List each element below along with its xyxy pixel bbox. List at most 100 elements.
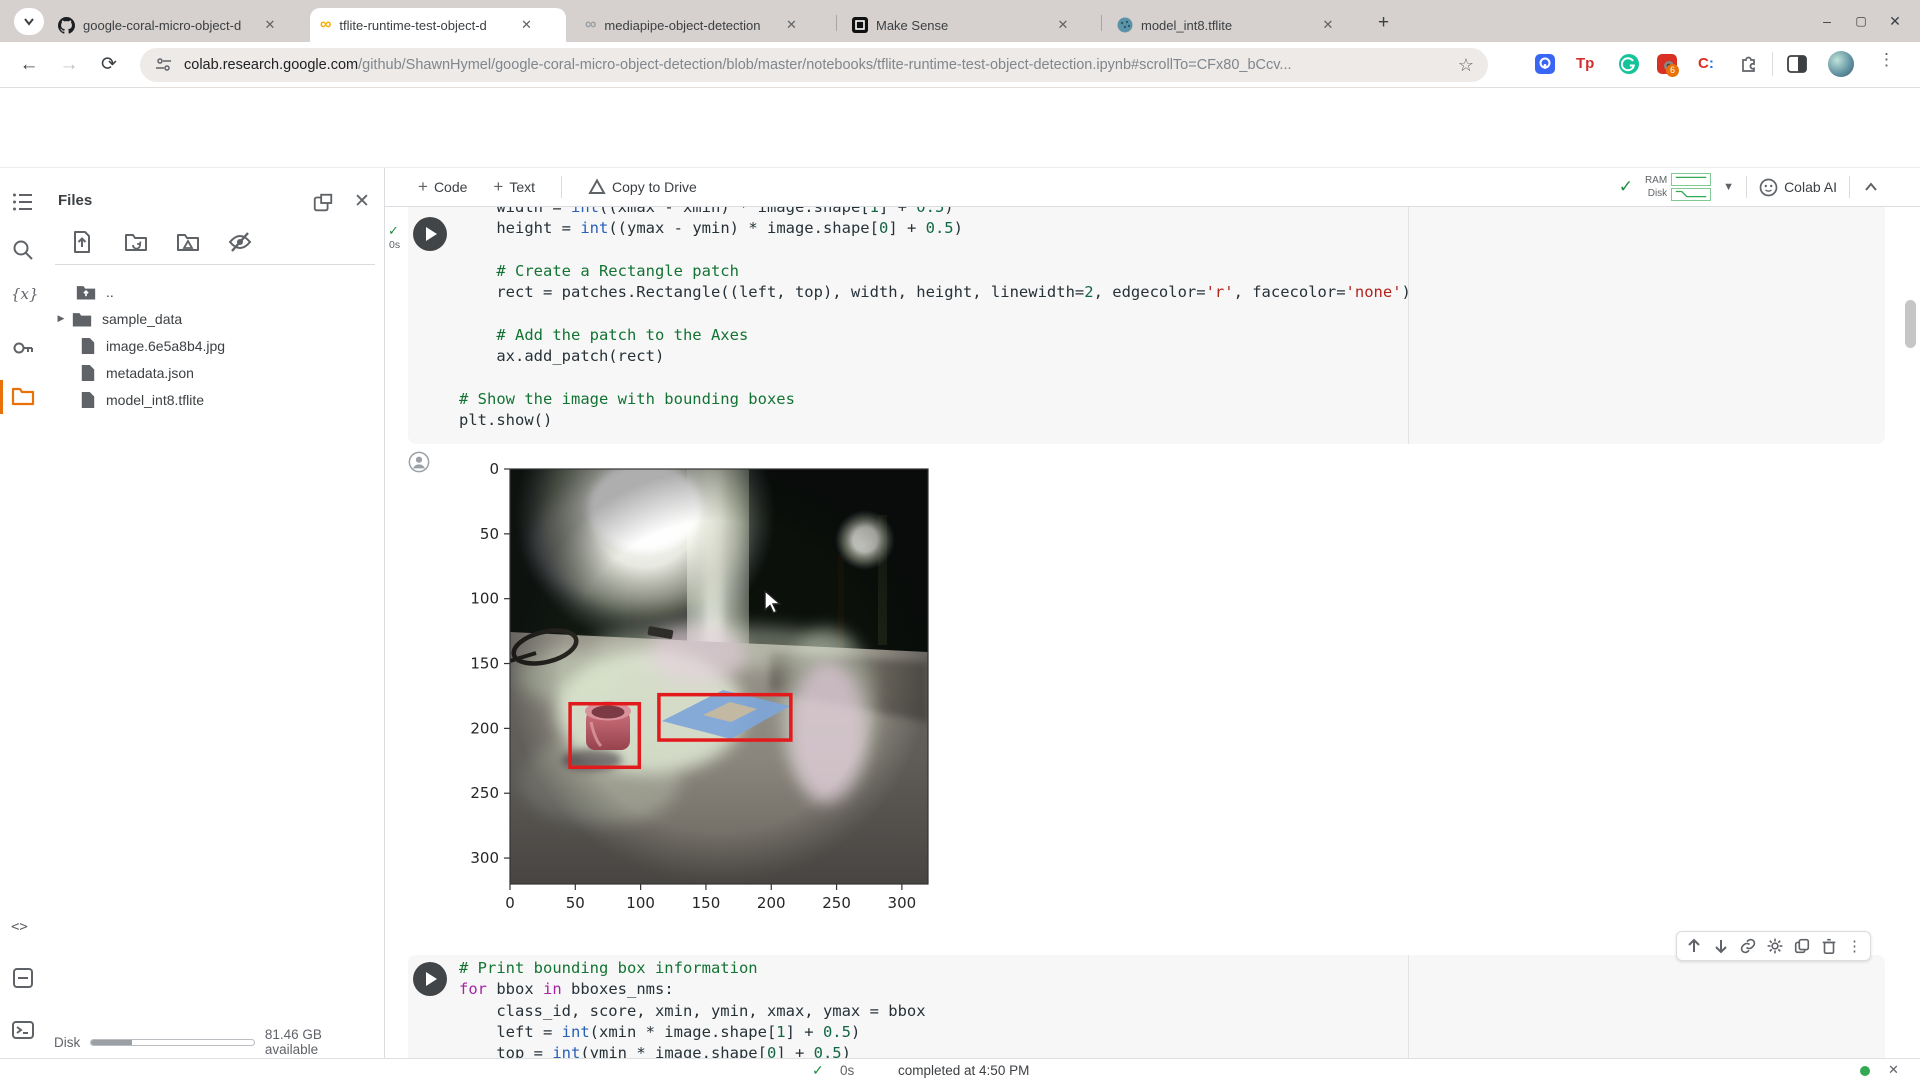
cell-more-options-icon[interactable]: ⋮ bbox=[1847, 937, 1862, 955]
output-user-icon bbox=[408, 451, 430, 473]
file-icon bbox=[81, 337, 95, 354]
disk-usage: Disk 81.46 GB available bbox=[54, 1027, 378, 1057]
code-cell[interactable]: width = int((xmax - xmin) * image.shape[… bbox=[408, 207, 1885, 444]
upload-file-icon[interactable] bbox=[70, 230, 94, 254]
expand-caret-icon[interactable]: ▶ bbox=[54, 313, 68, 324]
notebook-toolbar: + Code + Text Copy to Drive ✓ RAMDisk ▼ bbox=[385, 168, 1920, 207]
close-icon[interactable]: ✕ bbox=[1054, 16, 1072, 34]
browser-profile-avatar[interactable] bbox=[1828, 51, 1854, 77]
bookmark-star-icon[interactable]: ☆ bbox=[1458, 55, 1474, 76]
close-icon[interactable]: ✕ bbox=[517, 16, 535, 34]
code-editor[interactable]: width = int((xmax - xmin) * image.shape[… bbox=[459, 207, 1411, 431]
run-cell-button[interactable] bbox=[413, 962, 447, 996]
back-button[interactable]: ← bbox=[14, 50, 44, 80]
password-extension-icon[interactable] bbox=[1534, 53, 1556, 75]
close-icon[interactable]: ✕ bbox=[261, 16, 279, 34]
cell-exec-time: 0s bbox=[389, 239, 401, 251]
copy-to-drive-button[interactable]: Copy to Drive bbox=[588, 178, 697, 196]
scrollbar-thumb[interactable] bbox=[1905, 300, 1916, 348]
extensions-puzzle-icon[interactable] bbox=[1738, 53, 1760, 75]
forward-button[interactable]: → bbox=[54, 50, 84, 80]
table-of-contents-icon[interactable] bbox=[11, 190, 35, 214]
file-tree-item[interactable]: metadata.json bbox=[46, 359, 376, 386]
svg-text:150: 150 bbox=[470, 655, 499, 673]
file-tree-item-up[interactable]: .. bbox=[46, 278, 376, 305]
svg-text:250: 250 bbox=[470, 784, 499, 802]
new-tab-button[interactable]: + bbox=[1378, 12, 1389, 34]
code-editor[interactable]: # Print bounding box information for bbox… bbox=[459, 958, 926, 1058]
colab-icon: ∞ bbox=[320, 16, 332, 33]
browser-tab-mediapipe[interactable]: ∞ mediapipe-object-detection ✕ bbox=[575, 8, 831, 42]
command-palette-icon[interactable] bbox=[11, 966, 35, 990]
close-icon[interactable]: ✕ bbox=[782, 16, 800, 34]
delete-cell-trash-icon[interactable] bbox=[1820, 937, 1838, 955]
grammarly-extension-icon[interactable] bbox=[1618, 53, 1640, 75]
maximize-button[interactable]: ▢ bbox=[1848, 9, 1874, 33]
colorzilla-extension-icon[interactable]: C: bbox=[1698, 53, 1720, 75]
resource-dropdown-icon[interactable]: ▼ bbox=[1723, 181, 1734, 193]
browser-tab-makesense[interactable]: Make Sense ✕ bbox=[842, 8, 1096, 42]
colab-grey-icon: ∞ bbox=[585, 16, 597, 33]
file-name: image.6e5a8b4.jpg bbox=[106, 337, 226, 354]
resource-monitor[interactable]: RAM Disk bbox=[1645, 173, 1712, 201]
browser-tab-colab-active[interactable]: ∞ tflite-runtime-test-object-d ✕ bbox=[310, 8, 566, 42]
tab-title: mediapipe-object-detection bbox=[604, 17, 761, 33]
browser-tab-github[interactable]: google-coral-micro-object-d ✕ bbox=[48, 8, 304, 42]
files-folder-icon[interactable] bbox=[11, 384, 35, 408]
notebook-content: width = int((xmax - xmin) * image.shape[… bbox=[385, 207, 1920, 1058]
tab-search-button[interactable] bbox=[14, 8, 44, 35]
mount-drive-icon[interactable] bbox=[176, 230, 200, 254]
svg-text:100: 100 bbox=[626, 894, 655, 912]
browser-tab-strip: google-coral-micro-object-d ✕ ∞ tflite-r… bbox=[0, 0, 1920, 42]
file-tree-item-folder[interactable]: ▶ sample_data bbox=[46, 305, 376, 332]
file-icon bbox=[81, 391, 95, 408]
address-bar[interactable]: colab.research.google.com/github/ShawnHy… bbox=[140, 48, 1488, 82]
add-code-button[interactable]: + Code bbox=[418, 177, 467, 197]
file-name: .. bbox=[106, 283, 114, 300]
code-snippets-icon[interactable]: <> bbox=[11, 919, 35, 943]
chevron-down-icon bbox=[24, 18, 34, 26]
mirror-cell-icon[interactable] bbox=[1793, 937, 1811, 955]
close-icon[interactable]: ✕ bbox=[1319, 16, 1337, 34]
minimize-button[interactable]: – bbox=[1814, 9, 1840, 33]
url-text: colab.research.google.com/github/ShawnHy… bbox=[184, 57, 1292, 73]
svg-text:0: 0 bbox=[505, 894, 515, 912]
colab-ai-button[interactable]: Colab AI bbox=[1759, 178, 1837, 197]
cell-settings-gear-icon[interactable] bbox=[1766, 937, 1784, 955]
mouse-cursor bbox=[764, 590, 782, 614]
reload-button[interactable]: ⟳ bbox=[94, 50, 124, 80]
site-info-icon[interactable] bbox=[154, 55, 174, 75]
browser-tab-netron[interactable]: model_int8.tflite ✕ bbox=[1107, 8, 1357, 42]
connection-status-dot bbox=[1860, 1066, 1870, 1076]
run-cell-button[interactable] bbox=[413, 217, 447, 251]
status-close-icon[interactable]: ✕ bbox=[1888, 1062, 1899, 1078]
refresh-folder-icon[interactable] bbox=[124, 230, 148, 254]
side-panel-icon[interactable] bbox=[1786, 53, 1808, 75]
open-in-new-icon[interactable] bbox=[312, 192, 334, 214]
file-tree-item[interactable]: image.6e5a8b4.jpg bbox=[46, 332, 376, 359]
svg-text:0: 0 bbox=[489, 460, 499, 478]
runtime-ok-icon: ✓ bbox=[1618, 177, 1633, 196]
browser-menu-icon[interactable]: ⋮ bbox=[1878, 50, 1895, 70]
copy-link-to-cell-icon[interactable] bbox=[1739, 937, 1757, 955]
search-icon[interactable] bbox=[11, 238, 35, 262]
window-close-button[interactable]: ✕ bbox=[1882, 9, 1908, 33]
add-text-button[interactable]: + Text bbox=[493, 177, 535, 197]
matplotlib-figure: 0 50 100 150 200 250 300 0 50 100 150 200 250 300 bbox=[470, 460, 929, 912]
colab-ai-icon bbox=[1759, 178, 1778, 196]
svg-text:300: 300 bbox=[888, 894, 917, 912]
folder-icon bbox=[72, 312, 92, 326]
file-icon bbox=[81, 364, 95, 381]
code-cell[interactable]: # Print bounding box information for bbox… bbox=[408, 955, 1885, 1058]
move-cell-down-icon[interactable] bbox=[1712, 937, 1730, 955]
tampermonkey-extension-icon[interactable]: Tp bbox=[1576, 53, 1598, 75]
variables-icon[interactable]: {x} bbox=[11, 285, 39, 309]
file-tree-item[interactable]: model_int8.tflite bbox=[46, 386, 376, 413]
move-cell-up-icon[interactable] bbox=[1685, 937, 1703, 955]
secrets-key-icon[interactable] bbox=[11, 336, 35, 360]
svg-text:300: 300 bbox=[470, 849, 499, 867]
close-files-panel-icon[interactable]: ✕ bbox=[354, 190, 370, 213]
terminal-icon[interactable] bbox=[11, 1018, 35, 1042]
hide-hidden-files-icon[interactable] bbox=[228, 230, 252, 254]
collapse-sections-icon[interactable] bbox=[1862, 178, 1880, 196]
